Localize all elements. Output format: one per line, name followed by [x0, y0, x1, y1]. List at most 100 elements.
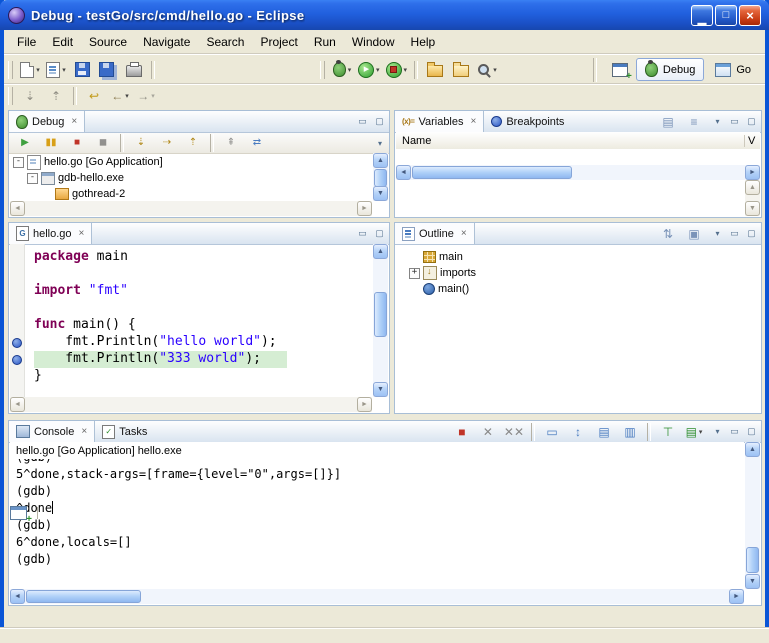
terminate-console-button[interactable]: ■ — [449, 420, 475, 444]
tab-outline[interactable]: Outline× — [395, 223, 475, 244]
maximize-view-icon[interactable]: ▢ — [373, 228, 386, 239]
step-return-button[interactable]: ⇡ — [180, 133, 206, 153]
suspend-button[interactable]: ▮▮ — [38, 133, 64, 153]
dropdown-arrow-icon[interactable]: ▾ — [404, 66, 408, 74]
close-tab-icon[interactable]: × — [79, 228, 85, 239]
menu-source[interactable]: Source — [81, 32, 135, 52]
open-folder-button[interactable] — [422, 58, 448, 82]
maximize-view-icon[interactable]: ▢ — [373, 116, 386, 127]
print-button[interactable] — [121, 58, 147, 82]
drop-to-frame-button[interactable]: ⇞ — [218, 133, 244, 153]
menu-search[interactable]: Search — [198, 32, 252, 52]
scroll-lock-button[interactable]: ↕ — [565, 420, 591, 444]
menu-file[interactable]: File — [9, 32, 44, 52]
fast-view-icon[interactable] — [10, 506, 27, 520]
debug-vertical-scrollbar[interactable]: ▲ ▼ — [373, 153, 388, 201]
perspective-go[interactable]: Go — [706, 59, 760, 81]
minimize-view-icon[interactable]: ▭ — [728, 426, 741, 437]
sort-button[interactable]: ⇅ — [655, 222, 681, 246]
show-type-names-button[interactable]: ▤ — [655, 110, 681, 134]
code-line-5[interactable]: func main() { — [34, 317, 373, 334]
tree-item-gdb-hello-exe[interactable]: -gdb-hello.exe — [10, 170, 372, 186]
variables-tree-area[interactable] — [396, 149, 760, 165]
code-line-2[interactable] — [34, 266, 373, 283]
external-tools-button[interactable]: ▾ — [383, 58, 411, 82]
debug-launch-button[interactable]: ▾ — [329, 58, 355, 82]
scroll-up-icon[interactable]: ▲ — [373, 244, 388, 259]
code-line-3[interactable]: import "fmt" — [34, 283, 373, 300]
editor-code[interactable]: package main import "fmt" func main() { … — [25, 244, 373, 398]
menu-edit[interactable]: Edit — [44, 32, 81, 52]
filter-button[interactable]: ▣ — [681, 222, 707, 246]
scroll-left-icon[interactable]: ◄ — [396, 165, 411, 180]
view-menu-icon[interactable]: ▾ — [711, 229, 724, 238]
expander-icon[interactable]: - — [13, 157, 24, 168]
scroll-right-icon[interactable]: ► — [357, 397, 372, 412]
terminate-button[interactable]: ■ — [64, 133, 90, 153]
show-stderr-button[interactable]: ▥ — [617, 420, 643, 444]
forward-button[interactable]: →▾ — [133, 84, 159, 108]
scroll-down-icon[interactable]: ▼ — [745, 574, 760, 589]
menu-window[interactable]: Window — [344, 32, 403, 52]
dropdown-arrow-icon[interactable]: ▾ — [493, 66, 497, 74]
remove-all-launches-button[interactable]: ✕✕ — [501, 420, 527, 444]
new-wizard-button[interactable]: ▾ — [17, 58, 43, 82]
menu-help[interactable]: Help — [403, 32, 444, 52]
tab-debug[interactable]: Debug× — [9, 111, 85, 132]
scrollbar-thumb[interactable] — [26, 590, 141, 603]
dropdown-arrow-icon[interactable]: ▾ — [348, 66, 352, 74]
dropdown-arrow-icon[interactable]: ▾ — [62, 66, 66, 74]
close-button[interactable]: × — [739, 5, 761, 26]
dropdown-arrow-icon[interactable]: ▾ — [125, 92, 129, 100]
back-button[interactable]: ←▾ — [107, 84, 133, 108]
scroll-left-icon[interactable]: ◄ — [10, 397, 25, 412]
disconnect-button[interactable]: ◼ — [90, 133, 116, 153]
console-horizontal-scrollbar[interactable]: ◄ ► — [10, 589, 744, 604]
console-output[interactable]: (gdb)5^done,stack-args=[frame={level="0"… — [10, 459, 744, 590]
window-titlebar[interactable]: Debug - testGo/src/cmd/hello.go - Eclips… — [0, 0, 769, 30]
debug-horizontal-scrollbar[interactable]: ◄ ► — [10, 201, 372, 216]
tree-item-main[interactable]: main() — [406, 281, 760, 297]
resume-button[interactable]: ▶ — [12, 133, 38, 153]
minimize-view-icon[interactable]: ▭ — [728, 228, 741, 239]
show-stdout-button[interactable]: ▤ — [591, 420, 617, 444]
previous-annotation-button[interactable]: ⇡ — [43, 84, 69, 108]
scrollbar-thumb[interactable] — [412, 166, 572, 179]
variables-column-header[interactable]: Name V — [396, 132, 760, 150]
save-button[interactable] — [69, 58, 95, 82]
scroll-down-icon[interactable]: ▼ — [745, 201, 760, 216]
minimize-button[interactable]: ▁ — [691, 5, 713, 26]
variables-horizontal-scrollbar[interactable]: ◄ ► — [396, 165, 760, 180]
breakpoint-icon[interactable] — [12, 338, 22, 348]
step-over-button[interactable]: ⇢ — [154, 133, 180, 153]
run-launch-button[interactable]: ▾ — [355, 58, 383, 82]
tree-item-hello-go-go-application[interactable]: -hello.go [Go Application] — [10, 154, 372, 170]
restore-button[interactable]: □ — [715, 5, 737, 26]
scrollbar-thumb[interactable] — [374, 169, 387, 187]
scroll-up-icon[interactable]: ▲ — [745, 442, 760, 457]
view-menu-icon[interactable]: ▾ — [711, 427, 724, 436]
scroll-down-icon[interactable]: ▼ — [373, 382, 388, 397]
scroll-right-icon[interactable]: ► — [729, 589, 744, 604]
clear-console-button[interactable]: ▭ — [539, 420, 565, 444]
pin-console-button[interactable]: ⊤ — [655, 420, 681, 444]
toolbar-gripper[interactable] — [8, 87, 13, 105]
collapse-all-button[interactable]: ≡ — [681, 110, 707, 134]
scrollbar-thumb[interactable] — [374, 292, 387, 337]
minimize-view-icon[interactable]: ▭ — [356, 116, 369, 127]
tree-item-imports[interactable]: +imports — [406, 265, 760, 281]
open-console-button[interactable]: ▤▾ — [681, 420, 707, 444]
dropdown-arrow-icon[interactable]: ▾ — [151, 92, 155, 100]
menu-run[interactable]: Run — [306, 32, 344, 52]
tab-console[interactable]: Console× — [9, 421, 95, 442]
dropdown-arrow-icon[interactable]: ▾ — [36, 66, 40, 74]
minimize-view-icon[interactable]: ▭ — [728, 116, 741, 127]
toolbar-gripper[interactable] — [320, 61, 325, 79]
code-line-4[interactable] — [34, 300, 373, 317]
tab-hello-go[interactable]: Ghello.go× — [9, 223, 92, 244]
step-filters-button[interactable]: ⇄ — [244, 133, 270, 153]
expander-icon[interactable]: - — [27, 173, 38, 184]
dropdown-arrow-icon[interactable]: ▾ — [699, 428, 703, 436]
tree-item-gothread-2[interactable]: gothread-2 — [10, 186, 372, 201]
maximize-view-icon[interactable]: ▢ — [745, 228, 758, 239]
